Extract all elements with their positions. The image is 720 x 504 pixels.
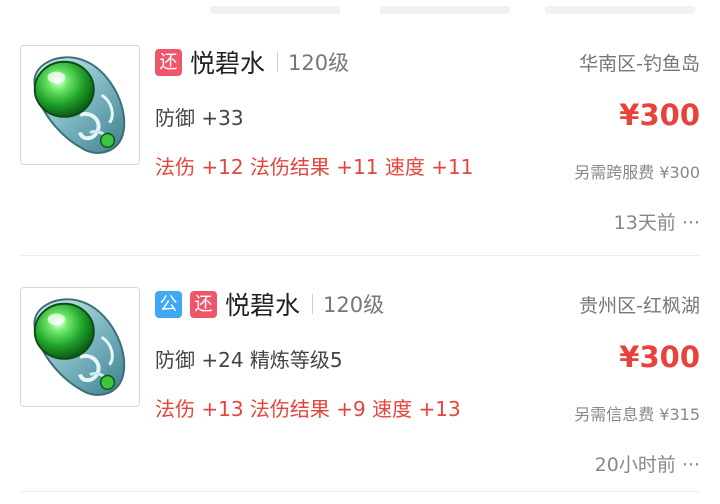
bargain-badge: 还 bbox=[155, 48, 182, 76]
listed-time-more-menu[interactable]: 13天前 ··· bbox=[614, 208, 700, 235]
server-region: 贵州区-红枫湖 bbox=[579, 295, 700, 317]
previous-listing-edge bbox=[0, 0, 720, 14]
bonus-attributes: 法伤 +12 法伤结果 +11 速度 +11 bbox=[155, 155, 474, 179]
row-divider bbox=[20, 491, 700, 492]
item-level: 120级 bbox=[323, 293, 385, 317]
price: ¥300 bbox=[619, 340, 700, 374]
placeholder-bar bbox=[380, 6, 510, 14]
placeholder-bar bbox=[545, 6, 695, 14]
bargain-badge: 还 bbox=[190, 290, 217, 318]
item-level: 120级 bbox=[288, 51, 350, 75]
base-stats: 防御 +24 精炼等级5 bbox=[155, 348, 343, 372]
item-thumbnail[interactable] bbox=[20, 45, 140, 165]
listed-time-more-menu[interactable]: 20小时前 ··· bbox=[595, 450, 700, 477]
divider bbox=[277, 52, 279, 72]
server-region: 华南区-钓鱼岛 bbox=[579, 53, 700, 75]
price: ¥300 bbox=[619, 98, 700, 132]
placeholder-bar bbox=[210, 6, 340, 14]
listing-title: 还 悦碧水 120级 bbox=[155, 47, 350, 78]
extra-fee: 另需跨服费 ¥300 bbox=[574, 163, 700, 182]
jade-ring-icon bbox=[33, 56, 126, 154]
bonus-attributes: 法伤 +13 法伤结果 +9 速度 +13 bbox=[155, 397, 461, 421]
extra-fee: 另需信息费 ¥315 bbox=[574, 405, 700, 424]
jade-ring-icon bbox=[33, 298, 126, 396]
listing-card[interactable]: 公 还 悦碧水 120级 贵州区-红枫湖 防御 +24 精炼等级5 ¥300 法… bbox=[0, 256, 720, 498]
item-name: 悦碧水 bbox=[190, 49, 266, 78]
item-name: 悦碧水 bbox=[225, 291, 301, 320]
listing-card[interactable]: 还 悦碧水 120级 华南区-钓鱼岛 防御 +33 ¥300 法伤 +12 法伤… bbox=[0, 14, 720, 256]
item-thumbnail[interactable] bbox=[20, 287, 140, 407]
listing-title: 公 还 悦碧水 120级 bbox=[155, 289, 385, 320]
divider bbox=[312, 294, 314, 314]
public-badge: 公 bbox=[155, 290, 182, 318]
base-stats: 防御 +33 bbox=[155, 106, 244, 130]
